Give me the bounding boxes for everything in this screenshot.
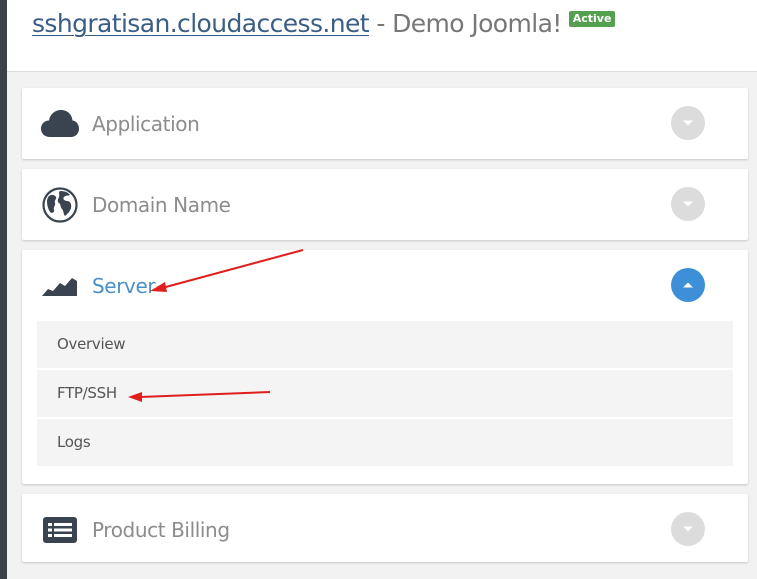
chevron-down-icon [683,526,693,532]
panel-domain-name: Domain Name [22,169,748,240]
chevron-up-icon [683,282,693,288]
site-name: Demo Joomla! [392,9,562,38]
chevron-down-icon [683,201,693,207]
panel-server: Server Overview FTP/SSH Logs [22,250,748,484]
panel-product-billing-label: Product Billing [92,518,230,542]
server-graph-icon [41,268,79,304]
billing-list-icon [41,512,79,548]
submenu-item-ftp-ssh[interactable]: FTP/SSH [37,370,733,417]
panel-domain-name-label: Domain Name [92,193,231,217]
page-header: sshgratisan.cloudaccess.net - Demo Jooml… [7,0,757,72]
server-submenu: Overview FTP/SSH Logs [37,321,733,468]
panel-server-toggle[interactable] [671,268,705,302]
title-separator: - [368,9,393,38]
panel-domain-name-toggle[interactable] [671,187,705,221]
chevron-down-icon [683,120,693,126]
panel-server-label: Server [92,274,156,298]
page-title: sshgratisan.cloudaccess.net - Demo Jooml… [32,9,616,39]
globe-icon [41,187,79,223]
panel-server-header[interactable]: Server [22,250,748,322]
left-sidebar-edge [0,0,7,579]
panel-product-billing: Product Billing [22,494,748,562]
cloud-icon [41,106,79,142]
panel-product-billing-header[interactable]: Product Billing [22,494,748,566]
panel-domain-name-header[interactable]: Domain Name [22,169,748,241]
panel-application-header[interactable]: Application [22,88,748,160]
submenu-item-logs[interactable]: Logs [37,419,733,466]
status-badge: Active [568,11,616,27]
panel-application-label: Application [92,112,200,136]
panel-application: Application [22,88,748,159]
panel-product-billing-toggle[interactable] [671,512,705,546]
panel-application-toggle[interactable] [671,106,705,140]
site-domain-link[interactable]: sshgratisan.cloudaccess.net [32,9,370,38]
submenu-item-overview[interactable]: Overview [37,321,733,368]
